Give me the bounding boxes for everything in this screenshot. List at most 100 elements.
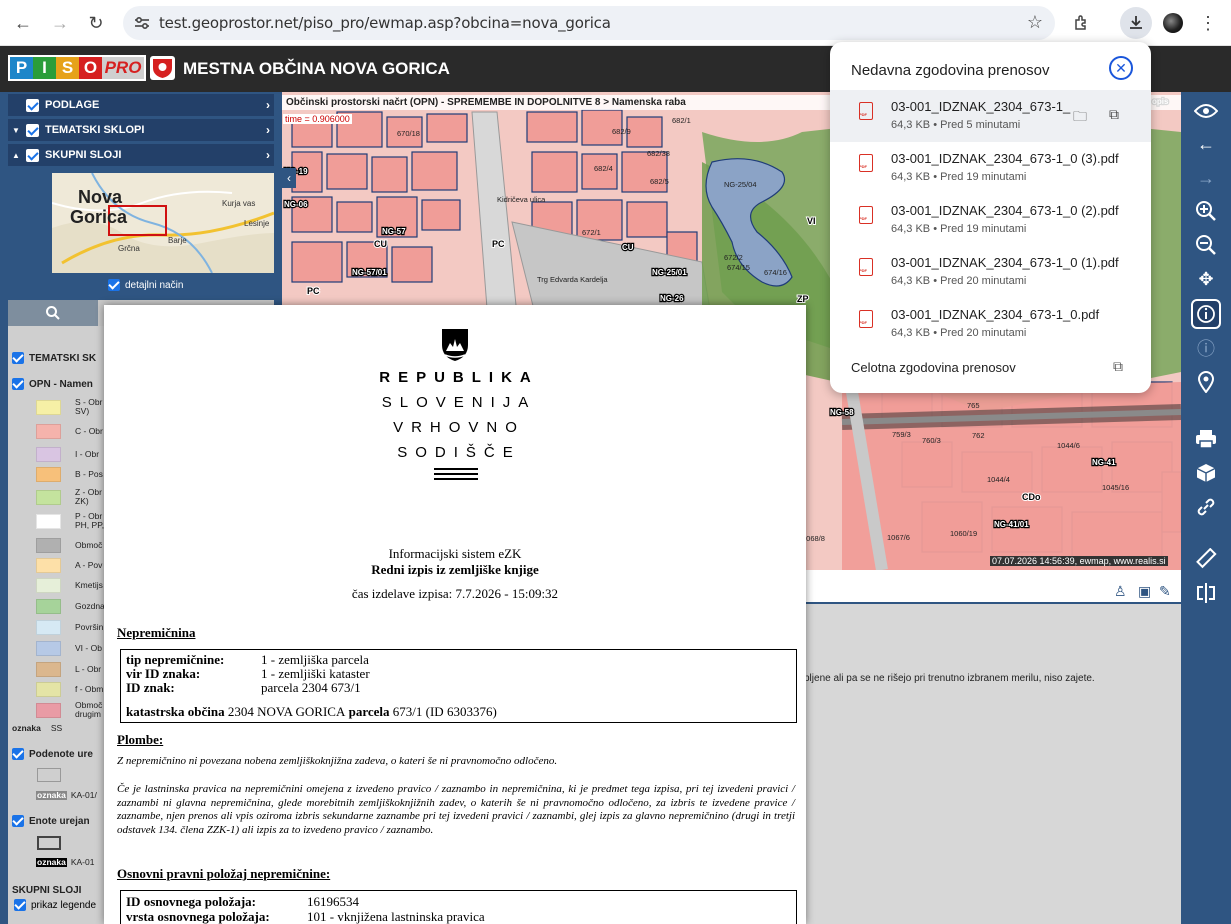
download-item[interactable]: 03-001_IDZNAK_2304_673-1_0 (3).pdf 64,3 K…: [830, 142, 1151, 194]
location-pin-icon[interactable]: [1191, 367, 1221, 397]
bookmark-star-icon[interactable]: ☆: [1027, 12, 1043, 33]
download-item[interactable]: 03-001_IDZNAK_2304_673-1_ 64,3 KB • Pred …: [830, 90, 1151, 142]
zoom-out-icon[interactable]: [1191, 230, 1221, 260]
checkbox[interactable]: [12, 378, 24, 390]
parcel[interactable]: [626, 201, 668, 238]
detail-mode-toggle[interactable]: detajlni način: [108, 279, 183, 291]
caret-down-icon[interactable]: ▼: [8, 126, 26, 135]
parcel[interactable]: [326, 153, 368, 190]
zoom-in-icon[interactable]: [1191, 196, 1221, 226]
show-in-folder-icon[interactable]: 🗀: [1073, 106, 1087, 130]
parcel[interactable]: [291, 241, 343, 283]
pdf-file-icon: [859, 310, 873, 328]
downloads-popup: Nedavna zgodovina prenosov ✕ 03-001_IDZN…: [830, 42, 1151, 393]
checkbox[interactable]: [12, 352, 24, 364]
download-filename[interactable]: 03-001_IDZNAK_2304_673-1_: [891, 99, 1070, 114]
checkbox[interactable]: [12, 815, 24, 827]
collapse-panel-button[interactable]: ‹: [282, 168, 296, 188]
profile-avatar[interactable]: [1159, 9, 1187, 37]
chevron-right-icon[interactable]: ›: [266, 123, 270, 137]
checkbox[interactable]: [26, 98, 39, 112]
document-heading: Redni izpis iz zemljiške knjige: [371, 562, 539, 577]
legend-group-podenote[interactable]: Podenote ure: [12, 748, 93, 760]
open-external-icon[interactable]: ⧉: [1109, 106, 1119, 123]
download-item[interactable]: 03-001_IDZNAK_2304_673-1_0 (1).pdf 64,3 K…: [830, 246, 1151, 298]
layer-tematski-sklopi[interactable]: ▼ TEMATSKI SKLOPI ›: [8, 119, 274, 141]
address-bar[interactable]: test.geoprostor.net/piso_pro/ewmap.asp?o…: [123, 6, 1055, 40]
close-icon[interactable]: ✕: [1109, 56, 1133, 80]
download-filename[interactable]: 03-001_IDZNAK_2304_673-1_0 (1).pdf: [891, 255, 1119, 270]
overview-minimap[interactable]: Nova Gorica Kurja vas Lesinje Grčna Barj…: [52, 173, 274, 273]
show-legend-toggle[interactable]: prikaz legende: [8, 896, 104, 924]
download-filename[interactable]: 03-001_IDZNAK_2304_673-1_0 (3).pdf: [891, 151, 1119, 166]
legend-label: f - Obm: [75, 684, 104, 694]
download-item[interactable]: 03-001_IDZNAK_2304_673-1_0 (2).pdf 64,3 K…: [830, 194, 1151, 246]
checkbox[interactable]: [12, 748, 24, 760]
download-filename[interactable]: 03-001_IDZNAK_2304_673-1_0.pdf: [891, 307, 1099, 322]
download-filename[interactable]: 03-001_IDZNAK_2304_673-1_0 (2).pdf: [891, 203, 1119, 218]
compare-icon[interactable]: [1191, 578, 1221, 608]
checkbox[interactable]: [26, 148, 39, 162]
court-line: VRHOVNO: [393, 419, 525, 436]
parcel[interactable]: [391, 246, 433, 283]
print-icon[interactable]: [1191, 424, 1221, 454]
legend-group-label: TEMATSKI SK: [29, 352, 97, 364]
extensions-icon[interactable]: [1068, 9, 1096, 37]
chevron-right-icon[interactable]: ›: [266, 148, 270, 162]
piso-logo[interactable]: P I S O PRO: [8, 55, 146, 81]
forward-icon[interactable]: →: [46, 9, 74, 37]
eye-icon[interactable]: [1191, 96, 1221, 126]
search-tab[interactable]: [8, 300, 98, 326]
full-history-link[interactable]: Celotna zgodovina prenosov: [851, 360, 1016, 375]
legend-group-tematski[interactable]: TEMATSKI SK: [12, 352, 96, 364]
parcel[interactable]: [426, 113, 468, 143]
info-icon[interactable]: [1191, 299, 1221, 329]
legend-group-opn[interactable]: OPN - Namen: [12, 378, 93, 390]
url-text[interactable]: test.geoprostor.net/piso_pro/ewmap.asp?o…: [159, 14, 611, 32]
parcel[interactable]: [371, 156, 408, 193]
legend-group-enote[interactable]: Enote urejan: [12, 815, 90, 827]
add-bookmark-icon[interactable]: ▣: [1138, 583, 1151, 600]
download-item[interactable]: 03-001_IDZNAK_2304_673-1_0.pdf 64,3 KB • …: [830, 298, 1151, 350]
map-label: 760/3: [922, 436, 941, 445]
checkbox[interactable]: [108, 279, 120, 291]
layer-label: TEMATSKI SKLOPI: [45, 124, 145, 136]
person-icon[interactable]: ♙: [1114, 583, 1127, 600]
layer-skupni-sloji[interactable]: ▲ SKUPNI SLOJI ›: [8, 144, 274, 166]
caret-up-icon[interactable]: ▲: [8, 151, 26, 160]
map-label: NG-26: [660, 294, 684, 303]
chevron-right-icon[interactable]: ›: [266, 98, 270, 112]
map-label: 762: [972, 431, 985, 440]
parcel[interactable]: [336, 201, 373, 233]
parcel[interactable]: [411, 151, 458, 191]
link-icon[interactable]: [1191, 492, 1221, 522]
browser-menu-icon[interactable]: ⋮: [1194, 9, 1222, 37]
layer-podlage[interactable]: PODLAGE ›: [8, 94, 274, 116]
info-query-icon[interactable]: ⓘ: [1191, 333, 1221, 363]
downloads-button[interactable]: [1120, 7, 1152, 39]
parcel[interactable]: [626, 116, 663, 148]
detail-mode-label: detajlni način: [125, 279, 184, 291]
back-icon[interactable]: ←: [9, 9, 37, 37]
checkbox[interactable]: [26, 123, 39, 137]
pan-icon[interactable]: ✥: [1191, 264, 1221, 294]
legend-oznaka-label: oznaka: [12, 723, 41, 733]
parcel[interactable]: [421, 199, 461, 231]
checkbox[interactable]: [14, 899, 26, 911]
parcel[interactable]: [531, 151, 578, 193]
arrow-left-icon[interactable]: ←: [1191, 129, 1221, 159]
edit-icon[interactable]: ✎: [1159, 583, 1171, 600]
open-external-icon[interactable]: ⧉: [1113, 358, 1123, 375]
download-meta: 64,3 KB • Pred 20 minutami: [891, 327, 1027, 339]
reload-icon[interactable]: ↻: [82, 9, 110, 37]
map-label: 1045/16: [1102, 483, 1129, 492]
parcel[interactable]: [526, 111, 578, 143]
arrow-right-icon[interactable]: →: [1191, 163, 1221, 193]
map-label: 682/4: [594, 164, 613, 173]
parcel[interactable]: [621, 151, 668, 193]
site-settings-icon[interactable]: [133, 14, 151, 32]
info-message: pljene ali pa se ne rišejo pri trenutno …: [804, 673, 1095, 684]
cube-icon[interactable]: [1191, 458, 1221, 488]
search-icon: [46, 306, 60, 320]
ruler-icon[interactable]: [1191, 544, 1221, 574]
